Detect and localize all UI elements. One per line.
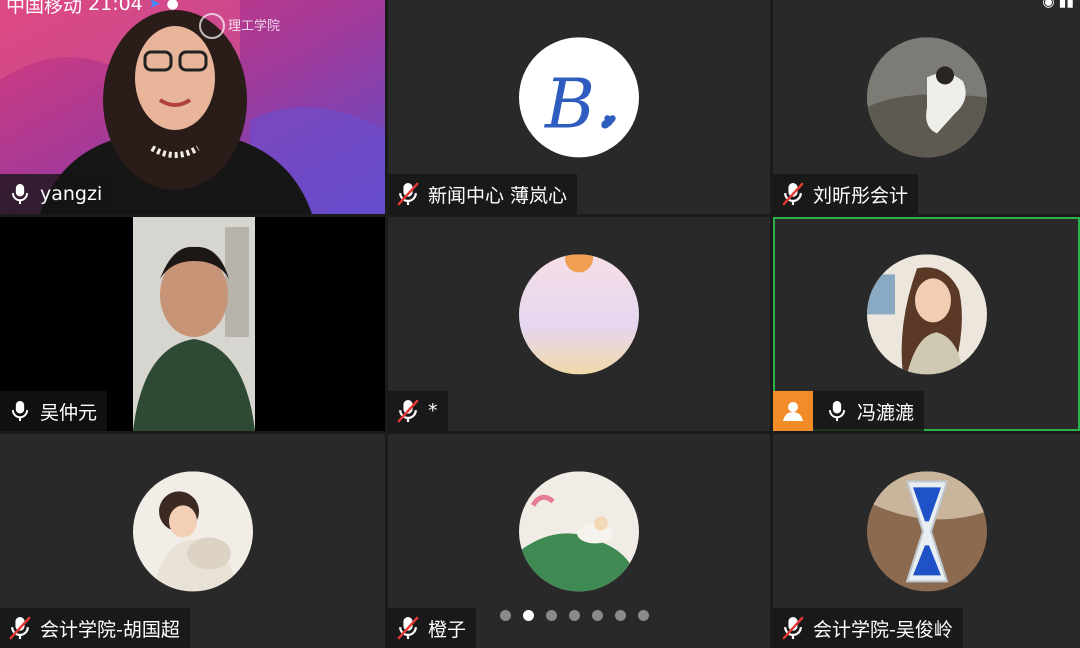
participant-tile-news-center[interactable]: B. 新闻中心 薄岚心 — [388, 0, 770, 214]
phone-status-bar: 中国移动 21:04 ➤ ● — [0, 0, 179, 17]
participant-tile-wu-junling[interactable]: 会计学院-吴俊岭 — [773, 434, 1080, 648]
participant-tile-feng[interactable]: 冯漉漉 — [773, 217, 1080, 431]
location-icon: ➤ — [148, 0, 161, 12]
microphone-icon — [825, 398, 849, 424]
participant-name: 新闻中心 薄岚心 — [428, 184, 568, 207]
participant-tile-hu[interactable]: 会计学院-胡国超 — [0, 434, 385, 648]
page-dot[interactable] — [569, 610, 580, 621]
avatar: B. — [519, 37, 639, 158]
participant-tile-yangzi[interactable]: 理工学院 中国移动 21:04 ➤ ● yangzi — [0, 0, 385, 214]
page-indicator[interactable] — [500, 610, 649, 621]
microphone-muted-icon — [396, 398, 420, 424]
participant-name: 会计学院-吴俊岭 — [813, 618, 953, 641]
avatar — [866, 37, 987, 158]
microphone-icon — [8, 181, 32, 207]
participant-name-bar: 刘昕彤会计 — [773, 174, 919, 214]
person-icon — [773, 391, 813, 431]
status-icons: ◉ ▮▮ — [1042, 0, 1074, 10]
microphone-icon — [8, 398, 32, 424]
avatar — [519, 254, 639, 375]
wechat-icon: ● — [166, 0, 179, 12]
page-dot[interactable] — [638, 610, 649, 621]
signal-icon: ◉ — [1042, 0, 1055, 10]
participant-name: yangzi — [40, 183, 103, 205]
microphone-muted-icon — [396, 181, 420, 207]
participant-name-bar: 会计学院-吴俊岭 — [773, 608, 963, 648]
avatar — [866, 471, 987, 592]
participant-name-bar: yangzi — [0, 174, 113, 214]
microphone-muted-icon — [781, 615, 805, 641]
svg-text:理工学院: 理工学院 — [228, 18, 280, 34]
page-dot[interactable] — [546, 610, 557, 621]
microphone-muted-icon — [781, 181, 805, 207]
microphone-muted-icon — [396, 615, 420, 641]
participant-name: 橙子 — [428, 618, 467, 641]
clock-label: 21:04 — [88, 0, 143, 15]
avatar — [519, 471, 639, 592]
participant-name: 刘昕彤会计 — [813, 184, 909, 207]
carrier-label: 中国移动 — [6, 0, 83, 17]
video-grid: 理工学院 中国移动 21:04 ➤ ● yangzi B. 新闻中心 薄岚心 刘… — [0, 0, 1080, 648]
participant-tile-wu-zhongyuan[interactable]: 吴仲元 — [0, 217, 385, 431]
page-dot[interactable] — [592, 610, 603, 621]
participant-tile-liu[interactable]: 刘昕彤会计 ◉ ▮▮ — [773, 0, 1080, 214]
participant-name-bar: 橙子 — [388, 608, 477, 648]
participant-name-bar: * — [388, 391, 448, 431]
participant-name: 会计学院-胡国超 — [40, 618, 180, 641]
page-dot[interactable] — [500, 610, 511, 621]
microphone-muted-icon — [8, 615, 32, 641]
avatar-text: B. — [543, 65, 617, 144]
participant-name: 吴仲元 — [40, 401, 98, 424]
participant-tile-asterisk[interactable]: * — [388, 217, 770, 431]
participant-name: * — [428, 400, 438, 422]
avatar — [866, 254, 987, 375]
page-dot[interactable] — [615, 610, 626, 621]
page-dot-current[interactable] — [523, 610, 534, 621]
participant-name-bar: 会计学院-胡国超 — [0, 608, 190, 648]
avatar — [132, 471, 253, 592]
battery-icon: ▮▮ — [1058, 0, 1074, 10]
participant-name: 冯漉漉 — [857, 401, 915, 424]
participant-name-bar: 吴仲元 — [0, 391, 108, 431]
participant-name-bar: 新闻中心 薄岚心 — [388, 174, 578, 214]
participant-name-bar: 冯漉漉 — [773, 391, 925, 431]
video-feed — [133, 217, 255, 431]
